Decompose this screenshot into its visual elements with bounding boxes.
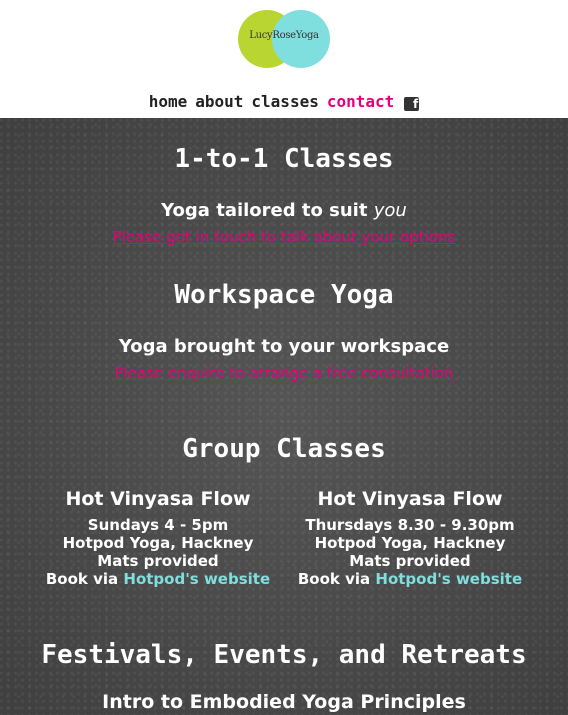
workspace-consultation-link[interactable]: Please enquire to arrange a free consult… [0,364,568,382]
class-mats: Mats provided [349,552,471,570]
chalkboard-content: 1-to-1 Classes Yoga tailored to suit you… [0,118,568,715]
workspace-tagline: Yoga brought to your workspace [118,336,450,357]
hotpod-website-link[interactable]: Hotpod's website [375,570,522,588]
nav-about[interactable]: about [195,92,243,111]
facebook-icon[interactable]: f [404,97,420,111]
one-to-one-contact-link[interactable]: Please get in touch to talk about your o… [0,228,568,246]
class-time: Thursdays 8.30 - 9.30pm [305,516,515,534]
class-title: Hot Vinyasa Flow [317,488,503,510]
class-booking: Book via Hotpod's website [23,570,293,588]
workspace-heading: Workspace Yoga [174,280,394,310]
one-to-one-tagline-text: Yoga tailored to suit [161,200,368,221]
logo[interactable]: LucyRoseYoga [238,10,330,68]
class-title: Hot Vinyasa Flow [65,488,251,510]
hotpod-website-link[interactable]: Hotpod's website [123,570,270,588]
nav-contact[interactable]: contact [327,92,394,111]
class-booking: Book via Hotpod's website [275,570,545,588]
nav-classes[interactable]: classes [251,92,318,111]
booking-prefix: Book via [297,570,371,588]
festivals-heading: Festivals, Events, and Retreats [41,640,527,670]
class-mats: Mats provided [97,552,219,570]
one-to-one-heading: 1-to-1 Classes [174,144,394,174]
booking-prefix: Book via [45,570,119,588]
class-card: Hot Vinyasa Flow Thursdays 8.30 - 9.30pm… [275,488,545,588]
festivals-item: Intro to Embodied Yoga Principles [102,691,466,713]
class-venue: Hotpod Yoga, Hackney [62,534,254,552]
class-time: Sundays 4 - 5pm [87,516,229,534]
logo-text: LucyRoseYoga [249,30,319,41]
group-classes-heading: Group Classes [182,434,386,464]
site-header: LucyRoseYoga home about classes contact f [0,0,568,118]
one-to-one-tagline: Yoga tailored to suit you [0,200,568,221]
main-nav: home about classes contact f [0,92,568,111]
one-to-one-tagline-em: you [373,200,407,221]
class-card: Hot Vinyasa Flow Sundays 4 - 5pm Hotpod … [23,488,293,588]
nav-home[interactable]: home [149,92,188,111]
class-venue: Hotpod Yoga, Hackney [314,534,506,552]
